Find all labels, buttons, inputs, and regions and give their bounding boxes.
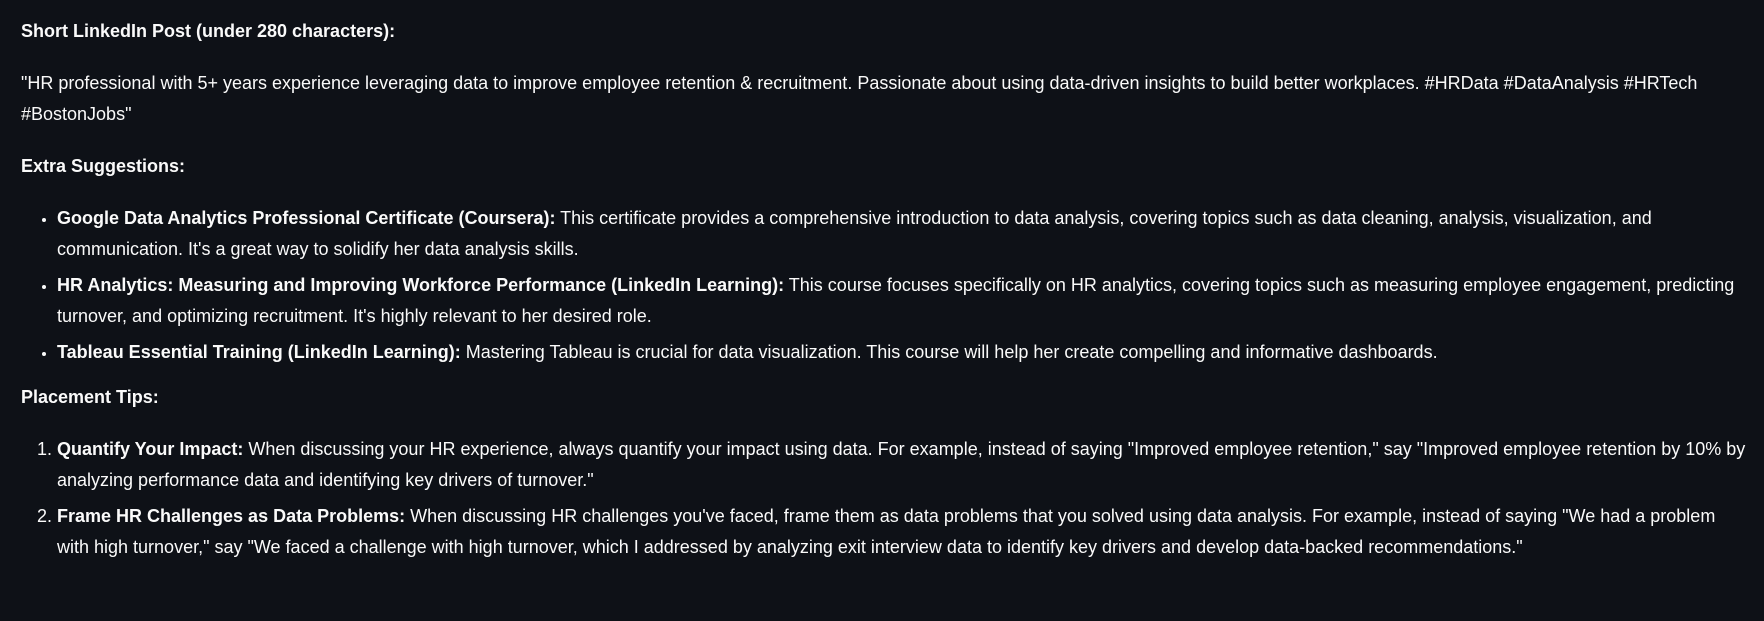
placement-tips-heading: Placement Tips: xyxy=(21,387,159,407)
list-item: Quantify Your Impact: When discussing yo… xyxy=(57,434,1746,496)
suggestion-title: Tableau Essential Training (LinkedIn Lea… xyxy=(57,342,461,362)
tip-text: When discussing your HR experience, alwa… xyxy=(57,439,1746,490)
tip-title: Frame HR Challenges as Data Problems: xyxy=(57,506,406,526)
suggestion-title: HR Analytics: Measuring and Improving Wo… xyxy=(57,275,785,295)
list-item: Google Data Analytics Professional Certi… xyxy=(57,203,1746,265)
list-item: Frame HR Challenges as Data Problems: Wh… xyxy=(57,501,1746,563)
list-item: Tableau Essential Training (LinkedIn Lea… xyxy=(57,337,1746,368)
suggestions-list: Google Data Analytics Professional Certi… xyxy=(21,203,1746,368)
linkedin-post-text: "HR professional with 5+ years experienc… xyxy=(21,73,1698,124)
list-item: HR Analytics: Measuring and Improving Wo… xyxy=(57,270,1746,332)
chat-response: Short LinkedIn Post (under 280 character… xyxy=(21,16,1746,568)
placement-tips-list: Quantify Your Impact: When discussing yo… xyxy=(21,434,1746,563)
linkedin-post-heading: Short LinkedIn Post (under 280 character… xyxy=(21,21,396,41)
extra-suggestions-heading: Extra Suggestions: xyxy=(21,156,186,176)
suggestion-text: Mastering Tableau is crucial for data vi… xyxy=(460,342,1438,362)
suggestion-title: Google Data Analytics Professional Certi… xyxy=(57,208,556,228)
tip-title: Quantify Your Impact: xyxy=(57,439,244,459)
